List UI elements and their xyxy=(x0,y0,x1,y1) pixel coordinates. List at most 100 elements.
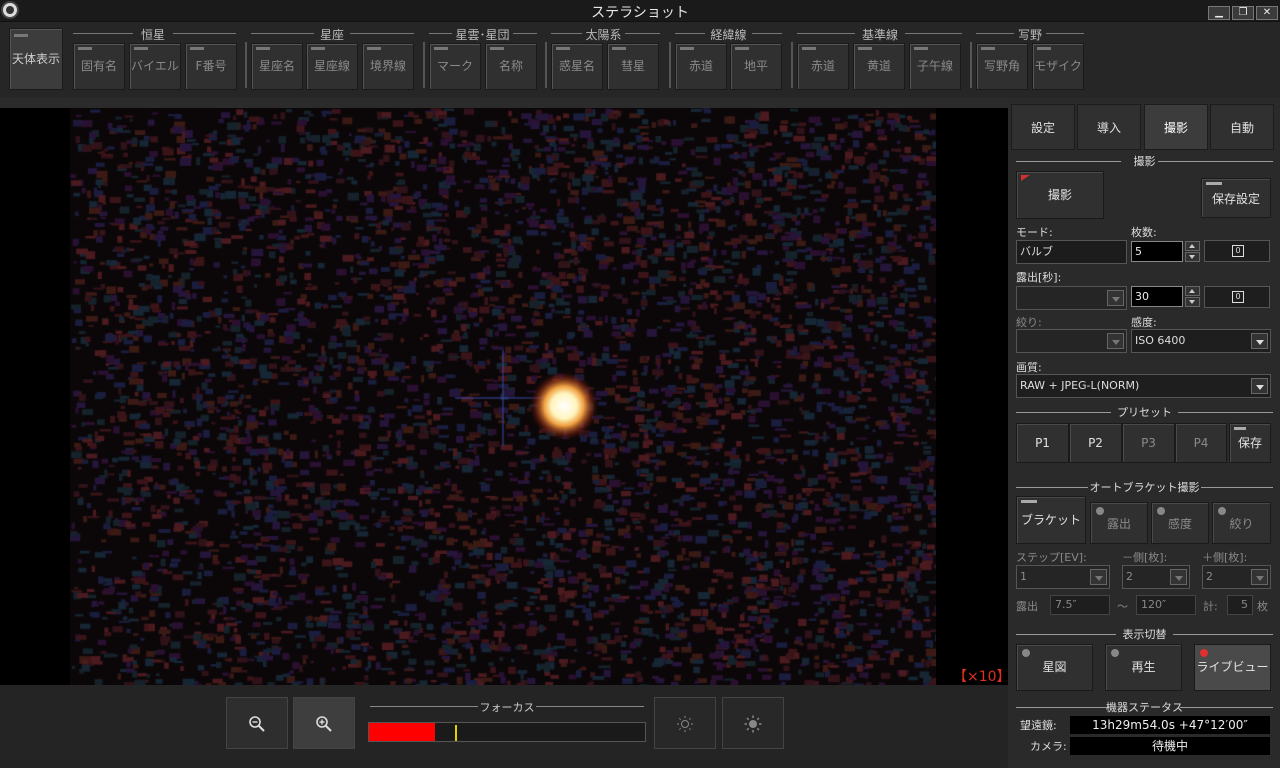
tab-slew[interactable]: 導入 xyxy=(1077,104,1141,150)
toolbar-separator xyxy=(423,42,425,88)
toolbar-toggle-button[interactable]: 赤道 xyxy=(797,43,849,90)
mode-label: モード: xyxy=(1016,226,1053,239)
toggle-indicator xyxy=(1037,47,1051,50)
group-divider-line xyxy=(625,33,660,34)
section-title: プリセット xyxy=(1117,406,1172,419)
status-led xyxy=(1096,507,1104,515)
toolbar-toggle-button[interactable]: モザイク xyxy=(1032,43,1084,90)
plus-count-select[interactable]: 2 xyxy=(1202,565,1271,589)
toggle-indicator xyxy=(802,47,816,50)
bracket-exposure-button[interactable]: 露出 xyxy=(1090,502,1148,544)
focus-label: フォーカス xyxy=(479,701,535,714)
toolbar-button-label: 地平 xyxy=(743,59,768,73)
toolbar-group-label: 星座 xyxy=(319,28,344,42)
preset-p2-button[interactable]: P2 xyxy=(1069,423,1122,463)
toolbar-toggle-button[interactable]: 子午線 xyxy=(909,43,961,90)
count-decrement-button[interactable] xyxy=(1185,252,1200,262)
toolbar-toggle-button[interactable]: 彗星 xyxy=(607,43,659,90)
quality-select[interactable]: RAW + JPEG-L(NORM) xyxy=(1016,374,1271,398)
range-tilde: 〜 xyxy=(1117,600,1128,613)
preset-p1-button[interactable]: P1 xyxy=(1016,423,1069,463)
group-divider-line xyxy=(976,33,1014,34)
preset-save-button[interactable]: 保存 xyxy=(1229,423,1271,463)
chevron-down-icon xyxy=(1090,569,1107,585)
bracket-button[interactable]: ブラケット xyxy=(1016,496,1086,544)
bracket-iso-button[interactable]: 感度 xyxy=(1151,502,1209,544)
display-section-header: 表示切替 xyxy=(1016,627,1273,641)
zoom-out-icon xyxy=(249,716,265,732)
zoom-out-button[interactable] xyxy=(226,697,288,749)
exposure-increment-button[interactable] xyxy=(1185,286,1200,296)
iso-select[interactable]: ISO 6400 xyxy=(1131,329,1271,353)
group-divider-line xyxy=(73,33,133,34)
brightness-down-icon xyxy=(677,716,693,732)
group-divider-line xyxy=(905,33,962,34)
celestial-display-label: 天体表示 xyxy=(11,52,60,66)
exposure-input[interactable]: 30 xyxy=(1131,286,1183,307)
aperture-label: 絞り: xyxy=(1016,316,1042,329)
toolbar-toggle-button[interactable]: 境界線 xyxy=(362,43,414,90)
tab-capture[interactable]: 撮影 xyxy=(1144,104,1208,150)
count-reset-button[interactable]: 0 xyxy=(1204,240,1270,262)
group-divider-line xyxy=(429,33,452,34)
starmap-label: 星図 xyxy=(1042,660,1067,674)
zoom-in-button[interactable] xyxy=(293,697,355,749)
group-divider-line xyxy=(797,33,855,34)
restore-button[interactable]: ❐ xyxy=(1232,6,1254,20)
toolbar-toggle-button[interactable]: F番号 xyxy=(185,43,237,90)
toolbar-toggle-button[interactable]: 名称 xyxy=(485,43,537,90)
playback-button[interactable]: 再生 xyxy=(1105,644,1182,691)
toolbar-button-label: 子午線 xyxy=(916,59,953,73)
close-button[interactable]: ✕ xyxy=(1256,6,1278,20)
save-settings-button[interactable]: 保存設定 xyxy=(1201,178,1271,218)
toolbar-toggle-button[interactable]: 星座線 xyxy=(306,43,358,90)
exposure-select[interactable] xyxy=(1016,286,1127,310)
minimize-button[interactable]: ▁ xyxy=(1208,6,1230,20)
group-divider-line xyxy=(675,33,705,34)
toggle-indicator xyxy=(134,47,148,50)
toolbar-toggle-button[interactable]: 惑星名 xyxy=(551,43,603,90)
toolbar-toggle-button[interactable]: バイエル xyxy=(129,43,181,90)
step-label: ステップ[EV]: xyxy=(1016,551,1087,564)
minus-count-select[interactable]: 2 xyxy=(1122,565,1190,589)
bracket-aperture-button[interactable]: 絞り xyxy=(1212,502,1271,544)
quality-label: 画質: xyxy=(1016,361,1042,374)
celestial-display-button[interactable]: 天体表示 xyxy=(9,28,63,90)
shoot-button[interactable]: 撮影 xyxy=(1016,171,1104,219)
exposure-label: 露出[秒]: xyxy=(1016,271,1062,284)
preset-p3-button[interactable]: P3 xyxy=(1122,423,1175,463)
preset-p4-button[interactable]: P4 xyxy=(1175,423,1227,463)
toolbar-toggle-button[interactable]: 地平 xyxy=(730,43,782,90)
tab-auto[interactable]: 自動 xyxy=(1210,104,1274,150)
star-image-canvas[interactable] xyxy=(70,108,936,685)
toggle-indicator xyxy=(256,47,270,50)
liveview-button[interactable]: ライブビュー xyxy=(1194,644,1271,691)
starmap-button[interactable]: 星図 xyxy=(1016,644,1093,691)
brightness-down-button[interactable] xyxy=(654,697,716,749)
step-select[interactable]: 1 xyxy=(1016,565,1110,589)
aperture-select[interactable] xyxy=(1016,329,1127,353)
toolbar-toggle-button[interactable]: 固有名 xyxy=(73,43,125,90)
toolbar-toggle-button[interactable]: マーク xyxy=(429,43,481,90)
tab-settings[interactable]: 設定 xyxy=(1011,104,1075,150)
toolbar-toggle-button[interactable]: 赤道 xyxy=(675,43,727,90)
bracket-iso-label: 感度 xyxy=(1167,517,1192,531)
minus-count-label: －側[枚]: xyxy=(1122,551,1168,564)
toolbar-button-label: 惑星名 xyxy=(558,59,595,73)
mode-value: バルブ xyxy=(1020,245,1053,258)
live-view-image[interactable]: 【×10】 xyxy=(0,108,1011,685)
bracket-aperture-label: 絞り xyxy=(1229,517,1254,531)
exposure-reset-button[interactable]: 0 xyxy=(1204,286,1270,308)
group-divider-line xyxy=(350,33,414,34)
toolbar-toggle-button[interactable]: 星座名 xyxy=(251,43,303,90)
section-title: 表示切替 xyxy=(1122,628,1167,641)
count-increment-button[interactable] xyxy=(1185,241,1200,251)
toolbar-toggle-button[interactable]: 写野角 xyxy=(976,43,1028,90)
brightness-up-button[interactable] xyxy=(722,697,784,749)
toolbar-toggle-button[interactable]: 黄道 xyxy=(853,43,905,90)
toolbar-separator xyxy=(791,42,793,88)
count-input[interactable]: 5 xyxy=(1131,241,1183,262)
camera-status: 待機中 xyxy=(1070,737,1270,755)
bracket-section-header: オートブラケット撮影 xyxy=(1016,480,1273,494)
exposure-decrement-button[interactable] xyxy=(1185,297,1200,307)
